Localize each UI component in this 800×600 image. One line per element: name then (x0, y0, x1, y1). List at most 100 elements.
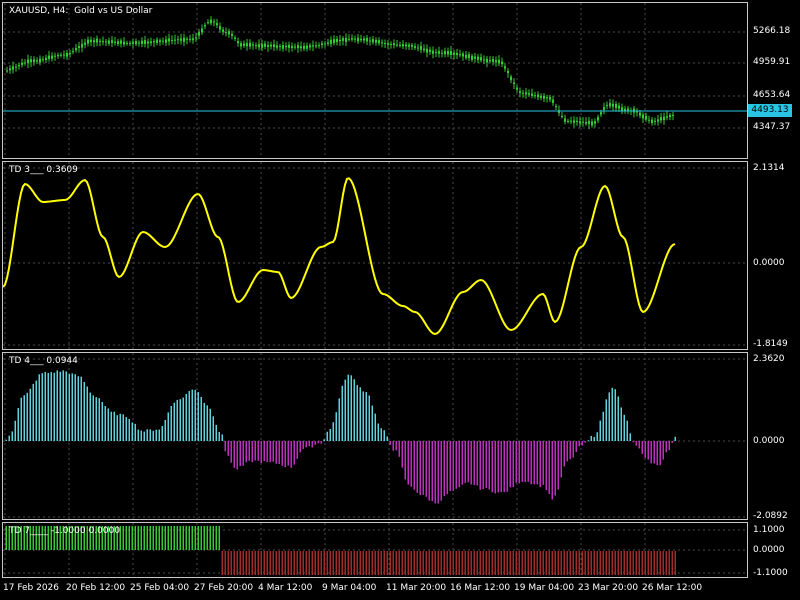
td4-bar-positive (146, 429, 148, 441)
td4-bar-positive (614, 389, 616, 441)
td4-bar-negative (272, 441, 274, 462)
td4-bar-positive (56, 370, 58, 441)
td4-bar-positive (590, 435, 592, 441)
candle-body (147, 41, 149, 44)
price-pane[interactable]: XAUUSD, H4: Gold vs US Dollar (2, 2, 748, 159)
td7-bar-negative (293, 551, 295, 575)
td3-pane[interactable]: TD 3___ 0.3609 (2, 161, 748, 350)
candle-body (651, 119, 653, 124)
td7-bar-negative (506, 551, 508, 575)
candle-body (309, 45, 311, 48)
candle-body (387, 43, 389, 45)
candle-body (465, 54, 467, 58)
candle-body (93, 40, 95, 43)
candle-body (327, 42, 329, 44)
td4-bar-negative (569, 441, 571, 460)
td4-bar-negative (236, 441, 238, 470)
td4-bar-positive (119, 413, 121, 441)
candle-body (273, 44, 275, 48)
candle-body (51, 55, 53, 59)
candle-body (189, 38, 191, 40)
candle-body (531, 93, 533, 96)
td4-pane[interactable]: TD 4___ 0.0944 (2, 352, 748, 520)
td4-bar-positive (149, 429, 151, 441)
td4-bar-positive (326, 431, 328, 441)
candle-body (372, 39, 374, 43)
td4-bar-positive (191, 389, 193, 441)
td7-pane[interactable]: TD 7____ -1.0000 0.0000 (2, 522, 748, 578)
candle-body (408, 44, 410, 47)
time-axis-label: 16 Mar 12:00 (450, 583, 511, 593)
td7-bar-negative (611, 551, 613, 575)
td3-line-chart (3, 162, 747, 349)
td7-bar-negative (248, 551, 250, 575)
candle-body (330, 39, 332, 44)
td4-bar-negative (419, 441, 421, 496)
td7-bar-negative (599, 551, 601, 575)
td4-bar-positive (143, 431, 145, 441)
candle-body (255, 45, 257, 47)
td4-bar-negative (437, 441, 439, 504)
td7-bar-negative (404, 551, 406, 575)
candle-body (174, 39, 176, 41)
td4-bar-negative (428, 441, 430, 501)
td4-bar-negative (314, 441, 316, 445)
td7-bar-negative (653, 551, 655, 575)
td4-bar-positive (194, 389, 196, 441)
candle-body (270, 44, 272, 47)
time-axis-label: 23 Mar 20:00 (578, 583, 639, 593)
td4-bar-positive (101, 401, 103, 441)
td4-bar-negative (488, 441, 490, 490)
td4-bar-negative (485, 441, 487, 489)
td7-bar-negative (269, 551, 271, 575)
td7-bar-negative (395, 551, 397, 575)
candle-body (243, 43, 245, 46)
td4-bar-negative (476, 441, 478, 486)
td4-bar-positive (71, 373, 73, 441)
candle-body (429, 49, 431, 52)
td4-bar-positive (365, 392, 367, 441)
td4-bar-negative (653, 441, 655, 464)
candle-body (132, 41, 134, 44)
td4-histogram (3, 353, 747, 519)
td4-bar-positive (77, 376, 79, 441)
td4-bar-positive (62, 370, 64, 441)
td7-label: TD 7____ -1.0000 0.0000 (9, 526, 120, 536)
td7-bar-negative (221, 551, 223, 575)
td4-axis-label: -2.0892 (753, 511, 788, 521)
candle-body (441, 52, 443, 54)
td4-bar-positive (125, 417, 127, 441)
candle-body (453, 52, 455, 55)
candle-body (72, 51, 74, 53)
candle-body (510, 76, 512, 81)
candle-body (660, 117, 662, 121)
td7-bar-negative (332, 551, 334, 575)
td4-bar-negative (401, 441, 403, 468)
candle-body (60, 54, 62, 56)
td7-bar-negative (491, 551, 493, 575)
time-axis-label: 17 Feb 2026 (3, 583, 60, 593)
td7-bar-negative (449, 551, 451, 575)
td7-bar-negative (629, 551, 631, 575)
td7-bar-negative (461, 551, 463, 575)
candle-body (54, 55, 56, 57)
candle-body (477, 56, 479, 60)
candle-body (102, 41, 104, 43)
candle-body (381, 42, 383, 44)
td4-bar-negative (521, 441, 523, 482)
td4-bar-negative (278, 441, 280, 464)
td4-bar-negative (668, 441, 670, 451)
td7-bar-negative (272, 551, 274, 575)
td4-bar-positive (47, 372, 49, 441)
td7-bar-negative (521, 551, 523, 575)
td4-bar-positive (17, 407, 19, 441)
td7-bar-negative (401, 551, 403, 575)
td7-bar-negative (350, 551, 352, 575)
td4-bar-negative (647, 441, 649, 460)
td7-bar-positive (191, 526, 193, 550)
td4-bar-negative (392, 441, 394, 451)
td4-bar-positive (86, 386, 88, 441)
td4-bar-negative (440, 441, 442, 501)
candle-body (120, 40, 122, 44)
candle-body (36, 60, 38, 62)
